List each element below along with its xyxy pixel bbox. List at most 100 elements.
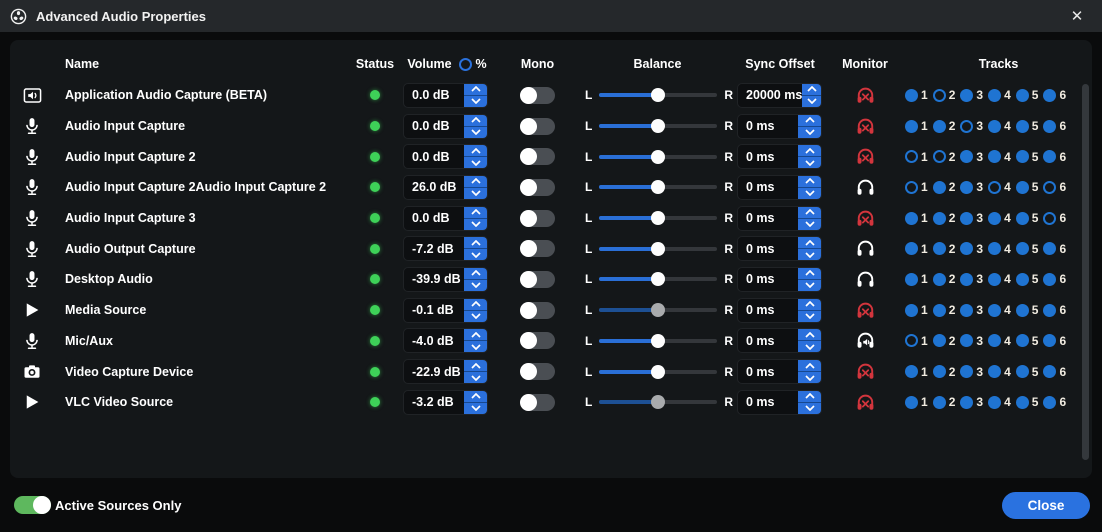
sync-offset-decrease-button[interactable] bbox=[798, 372, 821, 384]
track-enabled-dot[interactable] bbox=[932, 119, 946, 133]
sync-offset-increase-button[interactable] bbox=[798, 267, 821, 280]
track-toggle[interactable]: 1 bbox=[905, 365, 928, 379]
track-disabled-dot[interactable] bbox=[960, 119, 974, 133]
track-toggle[interactable]: 4 bbox=[988, 180, 1011, 194]
track-disabled-dot[interactable] bbox=[1043, 180, 1057, 194]
track-toggle[interactable]: 2 bbox=[932, 395, 955, 409]
track-disabled-dot[interactable] bbox=[932, 88, 946, 102]
track-toggle[interactable]: 3 bbox=[960, 88, 983, 102]
volume-decrease-button[interactable] bbox=[464, 187, 487, 199]
scrollbar-thumb[interactable] bbox=[1082, 84, 1089, 460]
active-sources-only-toggle[interactable] bbox=[14, 496, 51, 514]
monitor-button[interactable] bbox=[853, 175, 877, 199]
track-enabled-dot[interactable] bbox=[932, 242, 946, 256]
balance-slider[interactable] bbox=[599, 87, 718, 103]
volume-increase-button[interactable] bbox=[464, 114, 487, 127]
track-toggle[interactable]: 5 bbox=[1015, 180, 1038, 194]
track-toggle[interactable]: 5 bbox=[1015, 211, 1038, 225]
balance-slider-thumb[interactable] bbox=[651, 364, 666, 379]
volume-increase-button[interactable] bbox=[464, 329, 487, 342]
track-enabled-dot[interactable] bbox=[905, 395, 918, 409]
volume-input[interactable]: -22.9 dB bbox=[403, 359, 488, 385]
track-toggle[interactable]: 2 bbox=[932, 303, 955, 317]
track-toggle[interactable]: 1 bbox=[905, 211, 928, 225]
volume-decrease-button[interactable] bbox=[464, 279, 487, 291]
mono-toggle[interactable] bbox=[520, 363, 555, 381]
track-enabled-dot[interactable] bbox=[988, 150, 1002, 164]
track-enabled-dot[interactable] bbox=[1015, 272, 1029, 286]
volume-input[interactable]: 0.0 dB bbox=[403, 205, 488, 231]
sync-offset-increase-button[interactable] bbox=[798, 206, 821, 219]
track-toggle[interactable]: 3 bbox=[960, 242, 983, 256]
sync-offset-decrease-button[interactable] bbox=[798, 249, 821, 261]
track-enabled-dot[interactable] bbox=[1043, 303, 1057, 317]
track-toggle[interactable]: 6 bbox=[1043, 242, 1066, 256]
mono-toggle[interactable] bbox=[520, 86, 555, 104]
track-toggle[interactable]: 5 bbox=[1015, 88, 1038, 102]
track-enabled-dot[interactable] bbox=[1015, 365, 1029, 379]
track-enabled-dot[interactable] bbox=[988, 88, 1002, 102]
track-enabled-dot[interactable] bbox=[988, 334, 1002, 348]
mono-toggle[interactable] bbox=[520, 117, 555, 135]
track-toggle[interactable]: 3 bbox=[960, 395, 983, 409]
volume-increase-button[interactable] bbox=[464, 298, 487, 311]
volume-decrease-button[interactable] bbox=[464, 157, 487, 169]
monitor-button[interactable] bbox=[853, 360, 877, 384]
sync-offset-input[interactable]: 0 ms bbox=[737, 359, 822, 385]
volume-decrease-button[interactable] bbox=[464, 249, 487, 261]
track-toggle[interactable]: 2 bbox=[932, 242, 955, 256]
volume-increase-button[interactable] bbox=[464, 206, 487, 219]
track-toggle[interactable]: 5 bbox=[1015, 242, 1038, 256]
mono-toggle[interactable] bbox=[520, 332, 555, 350]
track-toggle[interactable]: 2 bbox=[932, 272, 955, 286]
sync-offset-decrease-button[interactable] bbox=[798, 310, 821, 322]
sync-offset-input[interactable]: 0 ms bbox=[737, 297, 822, 323]
track-toggle[interactable]: 2 bbox=[932, 180, 955, 194]
volume-increase-button[interactable] bbox=[464, 237, 487, 250]
track-toggle[interactable]: 1 bbox=[905, 242, 928, 256]
volume-increase-button[interactable] bbox=[464, 83, 487, 96]
track-enabled-dot[interactable] bbox=[905, 242, 918, 256]
track-enabled-dot[interactable] bbox=[960, 395, 974, 409]
track-toggle[interactable]: 5 bbox=[1015, 272, 1038, 286]
track-toggle[interactable]: 3 bbox=[960, 211, 983, 225]
track-toggle[interactable]: 6 bbox=[1043, 395, 1066, 409]
monitor-button[interactable] bbox=[853, 390, 877, 414]
mono-toggle[interactable] bbox=[520, 301, 555, 319]
sync-offset-decrease-button[interactable] bbox=[798, 402, 821, 414]
track-toggle[interactable]: 3 bbox=[960, 303, 983, 317]
sync-offset-decrease-button[interactable] bbox=[798, 157, 821, 169]
balance-slider-thumb[interactable] bbox=[651, 395, 666, 410]
sync-offset-decrease-button[interactable] bbox=[802, 95, 821, 107]
track-toggle[interactable]: 3 bbox=[960, 180, 983, 194]
track-toggle[interactable]: 2 bbox=[932, 365, 955, 379]
monitor-button[interactable] bbox=[853, 83, 877, 107]
track-disabled-dot[interactable] bbox=[932, 150, 946, 164]
balance-slider-thumb[interactable] bbox=[651, 88, 666, 103]
sync-offset-input[interactable]: 0 ms bbox=[737, 144, 822, 170]
track-toggle[interactable]: 1 bbox=[905, 119, 928, 133]
track-toggle[interactable]: 4 bbox=[988, 395, 1011, 409]
track-enabled-dot[interactable] bbox=[988, 242, 1002, 256]
track-toggle[interactable]: 2 bbox=[932, 119, 955, 133]
volume-input[interactable]: 0.0 dB bbox=[403, 82, 488, 108]
monitor-button[interactable] bbox=[853, 298, 877, 322]
balance-slider[interactable] bbox=[599, 271, 718, 287]
track-enabled-dot[interactable] bbox=[1015, 180, 1029, 194]
track-enabled-dot[interactable] bbox=[988, 119, 1002, 133]
sync-offset-increase-button[interactable] bbox=[798, 360, 821, 373]
track-toggle[interactable]: 3 bbox=[960, 334, 983, 348]
track-enabled-dot[interactable] bbox=[1015, 334, 1029, 348]
track-toggle[interactable]: 2 bbox=[932, 334, 955, 348]
track-enabled-dot[interactable] bbox=[1015, 150, 1029, 164]
sync-offset-decrease-button[interactable] bbox=[798, 341, 821, 353]
sync-offset-decrease-button[interactable] bbox=[798, 279, 821, 291]
track-toggle[interactable]: 6 bbox=[1043, 211, 1066, 225]
sync-offset-input[interactable]: 20000 ms bbox=[737, 82, 822, 108]
track-enabled-dot[interactable] bbox=[960, 88, 974, 102]
track-toggle[interactable]: 3 bbox=[960, 150, 983, 164]
track-toggle[interactable]: 3 bbox=[960, 119, 983, 133]
track-enabled-dot[interactable] bbox=[960, 272, 974, 286]
track-toggle[interactable]: 4 bbox=[988, 303, 1011, 317]
sync-offset-input[interactable]: 0 ms bbox=[737, 328, 822, 354]
